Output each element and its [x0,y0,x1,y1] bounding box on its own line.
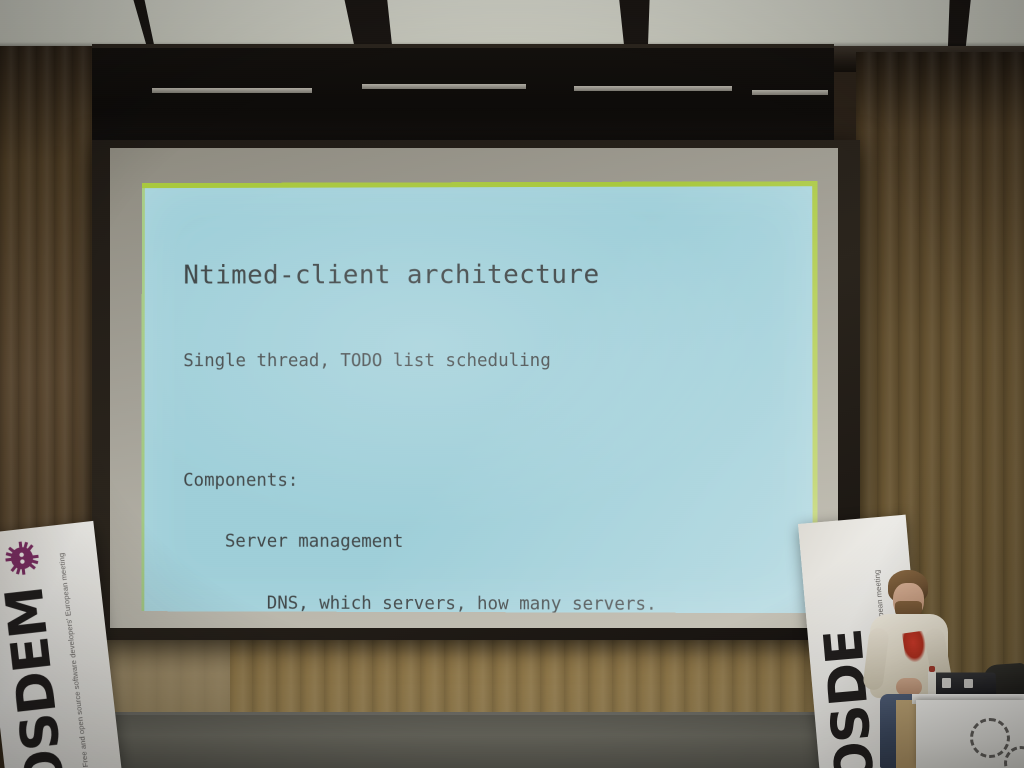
slide-title: Ntimed-client architecture [183,259,803,290]
floor-band [84,712,874,768]
laptop-sticker [942,678,951,688]
presentation-slide: Ntimed-client architecture Single thread… [141,181,817,613]
slide-border-top [142,181,817,188]
bottle-cap [929,666,935,672]
valance-edge [92,44,834,48]
laptop-sticker [964,679,973,688]
presenter-desk [916,700,1024,768]
conference-room-photo: Ntimed-client architecture Single thread… [0,0,1024,768]
desk-gear-icon [970,718,1010,758]
fosdem-gear-icon [3,539,41,577]
desk-gear-icon [1004,746,1024,768]
slide-body-line: Server management [183,531,804,556]
slide-content: Ntimed-client architecture Single thread… [182,221,804,613]
slide-body-line: Components: [183,469,803,493]
projector-valance [92,44,834,154]
projection-screen: Ntimed-client architecture Single thread… [92,140,860,640]
desk-side-panel [896,700,918,768]
slide-border-left [141,183,145,611]
slide-body-line: DNS, which servers, how many servers. [183,592,804,613]
slide-subtitle: Single thread, TODO list scheduling [183,350,803,374]
screen-surface: Ntimed-client architecture Single thread… [110,148,838,628]
slide-spacer [183,411,803,431]
